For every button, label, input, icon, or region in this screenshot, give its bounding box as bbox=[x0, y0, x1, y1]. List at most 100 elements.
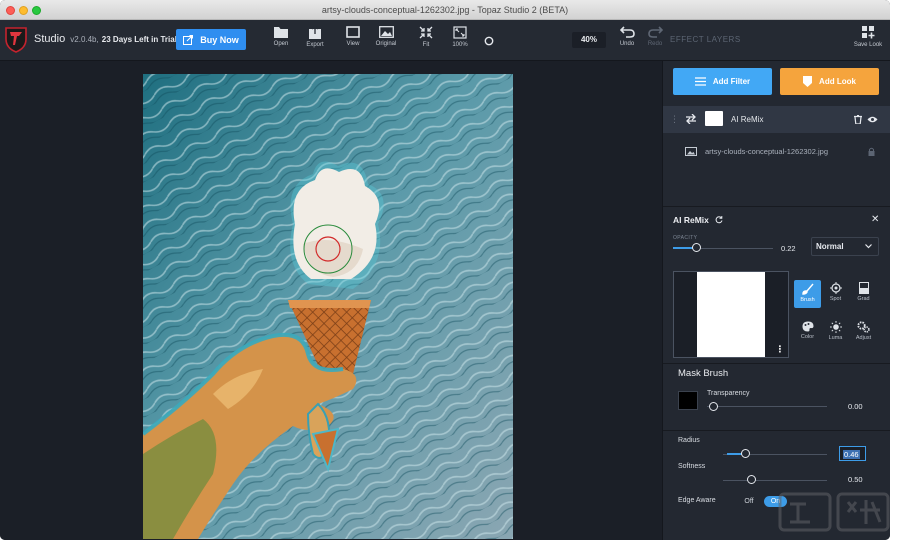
softness-label: Softness bbox=[678, 463, 706, 470]
swap-arrows-icon[interactable] bbox=[685, 114, 697, 124]
app-version: v2.0.4b, bbox=[70, 35, 99, 44]
mask-spot-tool[interactable]: Spot bbox=[822, 282, 849, 302]
brush-color-swatch[interactable] bbox=[678, 391, 698, 410]
add-look-label: Add Look bbox=[819, 77, 856, 86]
export-label: Export bbox=[306, 42, 324, 48]
redo-button[interactable]: Redo bbox=[638, 26, 672, 47]
mask-grad-tool[interactable]: Grad bbox=[850, 282, 877, 302]
blend-mode-value: Normal bbox=[816, 242, 844, 251]
look-bookmark-icon bbox=[803, 76, 813, 87]
full-size-label: 100% bbox=[452, 42, 468, 48]
close-filter-icon[interactable]: ✕ bbox=[871, 214, 879, 225]
mask-adjust-tool[interactable]: Adjust bbox=[850, 321, 877, 341]
save-look-label: Save Look bbox=[853, 42, 883, 48]
effect-layers-title: EFFECT LAYERS bbox=[670, 35, 741, 44]
external-edit-icon bbox=[183, 34, 194, 45]
save-look-button[interactable]: Save Look bbox=[850, 26, 886, 48]
transparency-label: Transparency bbox=[707, 390, 750, 397]
grid-save-icon bbox=[861, 26, 874, 39]
mask-preview[interactable]: ⋮ bbox=[673, 271, 789, 358]
effect-layers-panel: Add Filter Add Look ⋮ AI ReMix artsy-clo… bbox=[662, 61, 890, 540]
app-name: Studio bbox=[34, 33, 66, 45]
mask-menu-icon[interactable]: ⋮ bbox=[774, 343, 786, 355]
add-filter-label: Add Filter bbox=[712, 77, 751, 86]
color-tool-label: Color bbox=[800, 334, 815, 340]
export-icon bbox=[309, 26, 321, 39]
radius-value: 0.46 bbox=[843, 450, 860, 459]
softness-track[interactable] bbox=[723, 480, 827, 481]
radius-label: Radius bbox=[678, 437, 700, 444]
mask-brush-title: Mask Brush bbox=[678, 368, 729, 379]
filter-title-label: AI ReMix bbox=[673, 215, 709, 225]
mask-color-tool[interactable]: Color bbox=[794, 321, 821, 340]
reset-icon[interactable] bbox=[715, 216, 723, 224]
divider bbox=[663, 363, 890, 364]
mask-luma-tool[interactable]: Luma bbox=[822, 321, 849, 341]
buy-now-button[interactable]: Buy Now bbox=[176, 29, 246, 50]
opacity-value[interactable]: 0.22 bbox=[781, 244, 796, 253]
close-window-button[interactable] bbox=[6, 6, 15, 15]
zoom-slider-handle-icon[interactable] bbox=[484, 36, 494, 46]
export-button[interactable]: Export bbox=[298, 26, 332, 48]
filter-title: AI ReMix bbox=[673, 215, 723, 225]
layer-row-image[interactable]: artsy-clouds-conceptual-1262302.jpg bbox=[663, 137, 890, 165]
softness-slider-handle[interactable] bbox=[747, 475, 756, 484]
divider bbox=[663, 206, 890, 207]
layer-row-ai-remix[interactable]: ⋮ AI ReMix bbox=[663, 106, 890, 133]
redo-icon bbox=[647, 26, 663, 38]
brush-icon bbox=[801, 283, 814, 295]
watermark-logo-icon bbox=[778, 492, 890, 532]
filter-sliders-icon bbox=[694, 77, 706, 86]
image-layer-name: artsy-clouds-conceptual-1262302.jpg bbox=[705, 147, 828, 156]
transparency-track[interactable] bbox=[707, 406, 827, 407]
full-size-button[interactable]: 100% bbox=[443, 26, 477, 48]
fit-button[interactable]: Fit bbox=[409, 26, 443, 48]
canvas-area[interactable] bbox=[0, 61, 662, 540]
mask-brush-tool[interactable]: Brush bbox=[794, 280, 821, 308]
brush-tool-label: Brush bbox=[800, 297, 815, 303]
chevron-down-icon bbox=[865, 244, 872, 249]
trash-icon[interactable] bbox=[854, 115, 862, 124]
transparency-value[interactable]: 0.00 bbox=[848, 402, 863, 411]
edge-aware-off[interactable]: Off bbox=[737, 495, 761, 508]
fit-label: Fit bbox=[422, 42, 430, 48]
fit-arrows-icon bbox=[419, 26, 433, 39]
sun-icon bbox=[829, 321, 842, 333]
edge-aware-label: Edge Aware bbox=[678, 497, 716, 504]
app-title: Studio v2.0.4b, 23 Days Left in Trial bbox=[34, 33, 177, 45]
title-bar: artsy-clouds-conceptual-1262302.jpg - To… bbox=[0, 0, 890, 20]
view-square-icon bbox=[346, 26, 360, 38]
transparency-slider-handle[interactable] bbox=[709, 402, 718, 411]
app-window: artsy-clouds-conceptual-1262302.jpg - To… bbox=[0, 0, 890, 540]
minimize-window-button[interactable] bbox=[19, 6, 28, 15]
undo-icon bbox=[619, 26, 635, 38]
open-button[interactable]: Open bbox=[264, 26, 298, 47]
layer-thumbnail bbox=[705, 111, 723, 126]
undo-label: Undo bbox=[619, 41, 635, 47]
radius-value-input[interactable]: 0.46 bbox=[839, 446, 866, 461]
view-label: View bbox=[346, 41, 360, 47]
radius-slider-handle[interactable] bbox=[741, 449, 750, 458]
add-look-button[interactable]: Add Look bbox=[780, 68, 879, 95]
spot-tool-label: Spot bbox=[829, 296, 842, 302]
view-button[interactable]: View bbox=[336, 26, 370, 47]
grad-tool-label: Grad bbox=[857, 296, 870, 302]
layer-name: AI ReMix bbox=[731, 115, 764, 124]
lock-icon bbox=[868, 147, 875, 156]
zoom-window-button[interactable] bbox=[32, 6, 41, 15]
window-title: artsy-clouds-conceptual-1262302.jpg - To… bbox=[321, 5, 569, 15]
original-button[interactable]: Original bbox=[369, 26, 403, 47]
luma-tool-label: Luma bbox=[828, 335, 843, 341]
edited-photo[interactable] bbox=[143, 74, 513, 539]
gears-icon bbox=[857, 321, 870, 333]
zoom-level[interactable]: 40% bbox=[572, 32, 606, 48]
blend-mode-select[interactable]: Normal bbox=[811, 237, 879, 256]
drag-handle-icon[interactable]: ⋮ bbox=[670, 114, 679, 125]
add-filter-button[interactable]: Add Filter bbox=[673, 68, 772, 95]
opacity-slider-handle[interactable] bbox=[692, 243, 701, 252]
buy-now-label: Buy Now bbox=[200, 34, 239, 45]
softness-value[interactable]: 0.50 bbox=[848, 475, 863, 484]
folder-icon bbox=[274, 27, 288, 38]
eye-icon[interactable] bbox=[867, 116, 878, 123]
opacity-label: OPACITY bbox=[673, 235, 698, 241]
